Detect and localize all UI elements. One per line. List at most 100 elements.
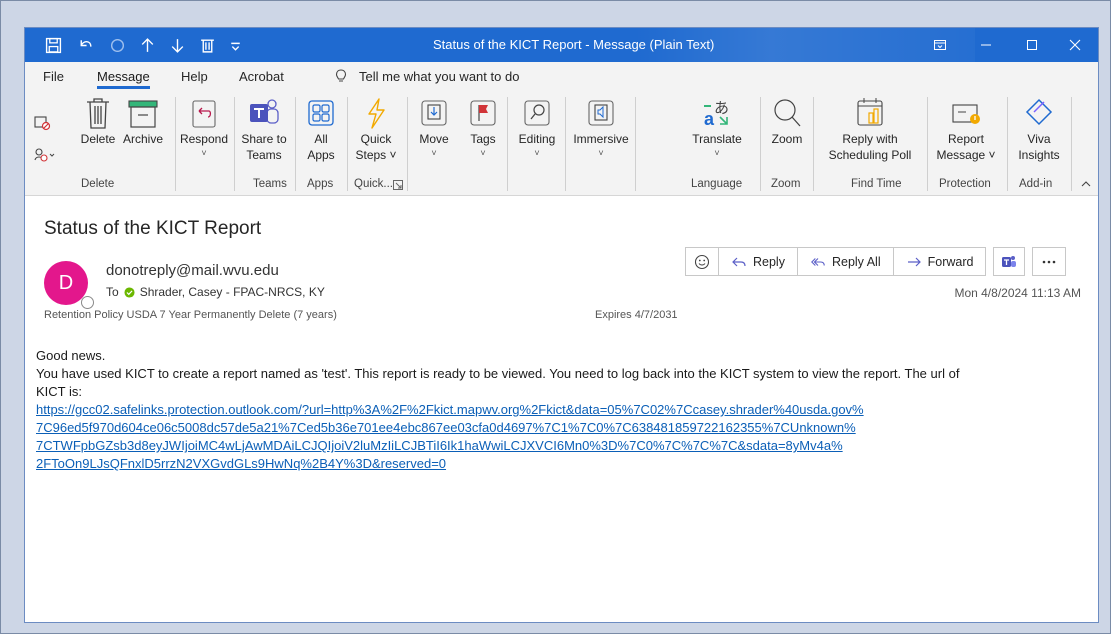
tab-help[interactable]: Help (181, 62, 208, 91)
collapse-ribbon-icon[interactable] (1081, 179, 1091, 189)
expiry-date: Expires 4/7/2031 (595, 309, 678, 321)
tags-button[interactable]: Tags ˅ (463, 95, 503, 159)
respond-button[interactable]: Respond ˅ (179, 95, 229, 159)
kict-link[interactable]: 2FToOn9LJsQFnxlD5rrzN2VXGvdGLs9HwNq%2B4Y… (36, 456, 446, 471)
immersive-reader-button[interactable]: Immersive ˅ (571, 95, 631, 159)
kict-link[interactable]: 7C96ed5f970d604ce06c5008dc57de5a21%7Ced5… (36, 420, 856, 435)
retention-policy: Retention Policy USDA 7 Year Permanently… (44, 309, 337, 321)
presence-status-icon (81, 296, 94, 309)
ribbon-separator (295, 97, 296, 191)
viva-insights-button[interactable]: Viva Insights (1011, 95, 1067, 163)
reply-button[interactable]: Reply (718, 247, 798, 276)
reply-scheduling-poll-button[interactable]: Reply with Scheduling Poll (817, 95, 923, 163)
ribbon-separator (407, 97, 408, 191)
save-icon[interactable] (41, 28, 65, 62)
chevron-down-icon: ˅ (201, 148, 207, 158)
down-icon[interactable] (165, 28, 189, 62)
forward-arrow-icon (907, 257, 921, 266)
lightning-icon (368, 98, 385, 129)
move-folder-icon (421, 100, 447, 126)
smiley-icon (694, 254, 710, 269)
to-label: To (106, 285, 119, 299)
cleanup-icon[interactable] (33, 145, 57, 163)
calendar-poll-icon (857, 98, 883, 126)
ribbon-separator (760, 97, 761, 191)
ribbon: Delete Archive Delete Respond ˅ Share to… (25, 91, 1098, 196)
viva-insights-icon (1025, 98, 1053, 126)
all-apps-button[interactable]: All Apps (301, 95, 341, 163)
group-label-quick-steps: Quick... (354, 178, 393, 190)
maximize-icon[interactable] (1009, 28, 1055, 62)
trash-icon (87, 98, 109, 129)
emoji-reaction-button[interactable] (685, 247, 719, 276)
group-label-zoom: Zoom (771, 178, 801, 190)
chevron-down-icon: ˅ (714, 148, 720, 158)
menu-bar: File Message Help Acrobat Tell me what y… (25, 62, 1098, 91)
teams-icon (250, 99, 279, 124)
reply-arrow-icon (732, 257, 746, 266)
svg-text:あ: あ (714, 99, 729, 117)
delete-button[interactable]: Delete (77, 95, 119, 147)
lightbulb-icon (335, 69, 347, 82)
teams-icon (1002, 255, 1017, 267)
recipient-line: To Shrader, Casey - FPAC-NRCS, KY (106, 285, 325, 299)
group-label-teams: Teams (253, 178, 287, 190)
chevron-down-icon: ˅ (431, 148, 437, 158)
undo-icon[interactable] (73, 28, 97, 62)
tab-acrobat[interactable]: Acrobat (239, 62, 284, 91)
kict-link[interactable]: https://gcc02.safelinks.protection.outlo… (36, 402, 864, 417)
move-button[interactable]: Move ˅ (411, 95, 457, 159)
ribbon-display-icon[interactable] (917, 28, 963, 62)
tab-message[interactable]: Message (97, 62, 150, 91)
group-label-find-time: Find Time (851, 178, 902, 190)
translate-button[interactable]: aあ Translate ˅ (689, 95, 745, 159)
message-subject: Status of the KICT Report (44, 218, 262, 239)
body-line: Good news. (36, 348, 106, 363)
outlook-message-window: Status of the KICT Report - Message (Pla… (24, 27, 1099, 623)
up-icon[interactable] (135, 28, 159, 62)
title-bar: Status of the KICT Report - Message (Pla… (25, 28, 1098, 62)
body-line: You have used KICT to create a report na… (36, 366, 960, 381)
apps-grid-icon (308, 100, 334, 126)
more-icon (1043, 260, 1056, 263)
chevron-down-icon: ˅ (480, 148, 486, 158)
teams-share-button[interactable] (993, 247, 1026, 276)
ribbon-separator (347, 97, 348, 191)
quick-steps-button[interactable]: Quick Steps ˅ (351, 95, 401, 163)
customize-icon[interactable] (225, 28, 245, 62)
ignore-icon[interactable] (33, 113, 51, 131)
group-label-add-in: Add-in (1019, 178, 1053, 190)
share-to-teams-button[interactable]: Share to Teams (239, 95, 289, 163)
more-actions-button[interactable] (1032, 247, 1067, 276)
delete-icon[interactable] (195, 28, 219, 62)
reply-all-button[interactable]: Reply All (796, 247, 894, 276)
group-label-delete: Delete (81, 178, 115, 190)
group-label-protection: Protection (939, 178, 991, 190)
zoom-button[interactable]: Zoom (765, 95, 809, 147)
close-icon[interactable] (1052, 28, 1098, 62)
window-title: Status of the KICT Report - Message (Pla… (433, 37, 715, 52)
translate-icon: aあ (704, 99, 729, 129)
sender-address[interactable]: donotreply@mail.wvu.edu (106, 262, 279, 279)
minimize-icon[interactable] (963, 28, 1009, 62)
editing-button[interactable]: Editing ˅ (513, 95, 561, 159)
report-message-button[interactable]: Report Message ˅ (931, 95, 1001, 163)
report-icon (952, 104, 980, 124)
archive-button[interactable]: Archive (119, 95, 167, 147)
message-datetime: Mon 4/8/2024 11:13 AM (954, 286, 1081, 300)
kict-link[interactable]: 7CTWFpbGZsb3d8eyJWIjoiMC4wLjAwMDAiLCJQIj… (36, 438, 843, 453)
tab-file[interactable]: File (43, 62, 64, 91)
ribbon-separator (813, 97, 814, 191)
archive-icon (128, 100, 158, 128)
ribbon-separator (635, 97, 636, 191)
available-status-icon (124, 286, 135, 298)
redo-icon[interactable] (105, 28, 129, 62)
reply-icon (192, 100, 216, 128)
chevron-down-icon: ˅ (598, 148, 604, 158)
recipient-name[interactable]: Shrader, Casey - FPAC-NRCS, KY (140, 285, 325, 299)
dialog-launcher-icon[interactable] (393, 180, 403, 190)
forward-button[interactable]: Forward (892, 247, 987, 276)
ribbon-separator (234, 97, 235, 191)
tell-me-search[interactable]: Tell me what you want to do (359, 62, 519, 91)
message-body: Good news. You have used KICT to create … (36, 347, 1086, 473)
